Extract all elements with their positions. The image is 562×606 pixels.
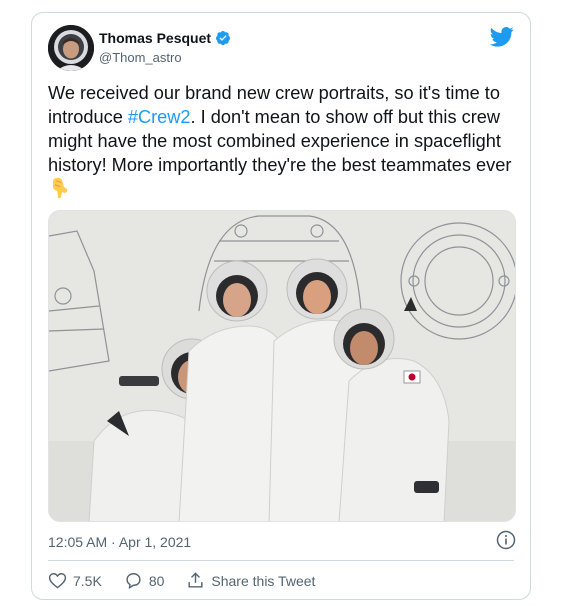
heart-icon — [48, 573, 67, 589]
author-handle[interactable]: @Thom_astro — [99, 50, 182, 65]
verified-badge-icon — [216, 31, 231, 46]
share-button[interactable]: Share this Tweet — [186, 571, 315, 590]
hashtag-link[interactable]: #Crew2 — [128, 107, 191, 127]
divider — [48, 560, 514, 561]
tweet-card: Thomas Pesquet @Thom_astro We received o… — [31, 12, 531, 600]
info-icon[interactable] — [496, 530, 516, 550]
backhand-index-pointing-down-icon — [53, 177, 68, 199]
tweet-timestamp[interactable]: 12:05 AM · Apr 1, 2021 — [48, 534, 191, 550]
like-button[interactable]: 7.5K — [48, 571, 102, 590]
author-name[interactable]: Thomas Pesquet — [99, 30, 211, 46]
tweet-text: We received our brand new crew portraits… — [48, 81, 518, 201]
share-icon — [188, 572, 203, 588]
avatar[interactable] — [48, 25, 94, 71]
tweet-actions: 7.5K 80 Share this Tweet — [48, 571, 337, 590]
reply-button[interactable]: 80 — [124, 571, 165, 590]
reply-count: 80 — [148, 572, 165, 589]
crew-portrait-photo[interactable] — [48, 210, 516, 522]
twitter-bird-icon[interactable] — [490, 27, 514, 47]
like-count: 7.5K — [73, 572, 102, 589]
share-label: Share this Tweet — [211, 572, 316, 589]
reply-icon — [126, 573, 141, 589]
